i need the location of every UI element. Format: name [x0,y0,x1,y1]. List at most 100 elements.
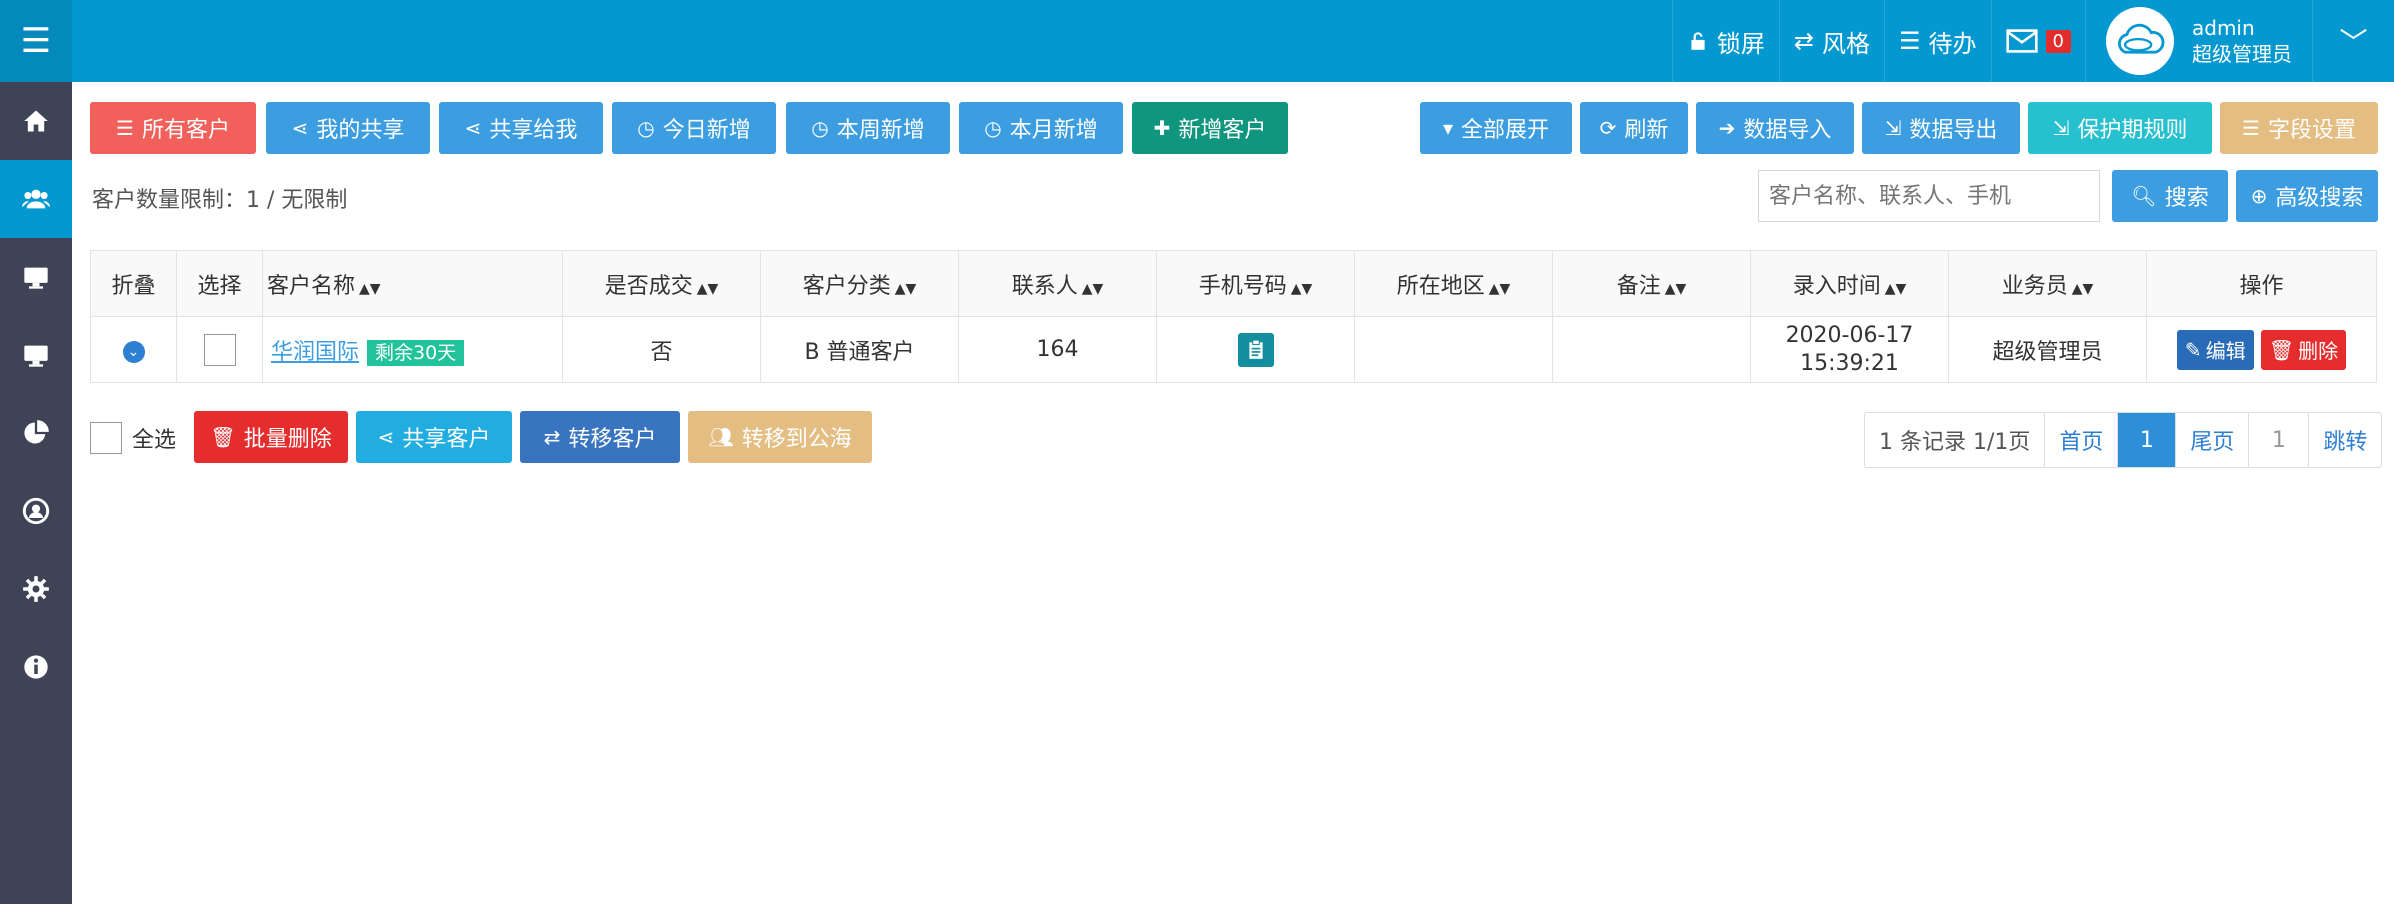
import-button[interactable]: ➔ 数据导入 [1696,102,1854,154]
week-new-button[interactable]: ◷ 本周新增 [786,102,950,154]
lock-icon [1691,32,1705,50]
search-input[interactable] [1758,170,2100,222]
sidebar-item-desktop-1[interactable] [0,238,72,316]
col-category[interactable]: 客户分类 ▲▼ [760,250,959,317]
clock-icon: ◷ [984,116,1002,140]
sign-out-icon: ⇲ [1884,116,1902,140]
list-icon: ☰ [116,116,134,140]
lock-screen-button[interactable]: 锁屏 [1671,0,1779,82]
add-customer-label: 新增客户 [1178,118,1267,143]
refresh-button[interactable]: ⟳ 刷新 [1580,102,1688,154]
fold-cell[interactable]: ⌄ [90,316,177,383]
today-new-button[interactable]: ◷ 今日新增 [612,102,776,154]
search-button[interactable]: 🔍︎ 搜索 [2112,170,2228,222]
col-contact[interactable]: 联系人 ▲▼ [958,250,1157,317]
messages-button[interactable]: 0 [1990,0,2085,82]
note-cell [1552,316,1751,383]
add-customer-button[interactable]: ✚ 新增客户 [1132,102,1288,154]
shared-to-me-label: 共享给我 [489,118,578,143]
shared-to-me-button[interactable]: ⋖ 共享给我 [439,102,603,154]
select-all-checkbox[interactable] [90,422,122,454]
select-cell[interactable] [176,316,263,383]
sidebar-item-customers[interactable] [0,160,72,238]
sort-icon: ▲▼ [894,280,917,297]
last-page-link[interactable]: 尾页 [2175,413,2248,467]
col-salesman[interactable]: 业务员 ▲▼ [1948,250,2147,317]
trash-icon: 🗑︎ [210,425,236,449]
search-icon: 🔍︎ [2131,184,2157,208]
todo-label: 待办 [1928,29,1977,58]
month-new-button[interactable]: ◷ 本月新增 [959,102,1123,154]
sidebar-item-reports[interactable] [0,394,72,472]
select-all-label: 全选 [132,428,177,453]
share-customer-button[interactable]: ⋖ 共享客户 [356,411,512,463]
todo-button[interactable]: ☰ 待办 [1884,0,1991,82]
my-share-button[interactable]: ⋖ 我的共享 [266,102,430,154]
batch-delete-label: 批量删除 [243,427,332,452]
sort-icon: ▲▼ [1884,280,1907,297]
first-page-link[interactable]: 首页 [2044,413,2117,467]
current-page[interactable]: 1 [2117,413,2176,467]
avatar [2106,7,2174,75]
created-cell: 2020-06-17 15:39:21 [1750,316,1949,383]
advanced-search-button[interactable]: ⊕ 高级搜索 [2236,170,2378,222]
col-deal-label: 是否成交 [604,273,693,299]
transfer-customer-label: 转移客户 [568,427,657,452]
edit-icon: ✎ [2184,337,2202,362]
field-settings-label: 字段设置 [2267,118,2356,143]
sidebar-item-settings[interactable] [0,550,72,628]
to-public-pool-button[interactable]: 👥︎ 转移到公海 [688,411,872,463]
col-deal[interactable]: 是否成交 ▲▼ [562,250,761,317]
col-note[interactable]: 备注 ▲▼ [1552,250,1751,317]
edit-button[interactable]: ✎ 编辑 [2176,329,2254,370]
sidebar-item-info[interactable] [0,628,72,706]
sidebar-item-profile[interactable] [0,472,72,550]
col-phone[interactable]: 手机号码 ▲▼ [1156,250,1355,317]
zoom-icon: ⊕ [2250,184,2268,208]
home-icon [24,110,48,132]
col-created[interactable]: 录入时间 ▲▼ [1750,250,1949,317]
info-icon [24,655,48,679]
clipboard-icon[interactable] [1237,332,1274,367]
sign-in-icon: ➔ [1718,116,1736,140]
protect-rule-button[interactable]: ⇲ 保护期规则 [2028,102,2212,154]
jump-page-input[interactable]: 1 [2248,413,2308,467]
list-icon: ☰ [1899,27,1921,55]
col-created-label: 录入时间 [1792,273,1881,299]
chevron-down-circle-icon[interactable]: ⌄ [122,340,145,363]
jump-button[interactable]: 跳转 [2308,413,2381,467]
gear-icon [23,576,49,602]
col-phone-label: 手机号码 [1198,273,1287,299]
col-contact-label: 联系人 [1011,273,1078,299]
category-cell: B 普通客户 [760,316,959,383]
transfer-customer-button[interactable]: ⇄ 转移客户 [520,411,680,463]
col-name[interactable]: 客户名称 ▲▼ [262,250,563,317]
col-region[interactable]: 所在地区 ▲▼ [1354,250,1553,317]
export-button[interactable]: ⇲ 数据导出 [1862,102,2020,154]
row-checkbox[interactable] [203,333,236,366]
envelope-icon [2005,29,2038,53]
swap-icon: ⇄ [543,425,561,449]
style-button[interactable]: ⇄ 风格 [1778,0,1884,82]
customer-name-link[interactable]: 华润国际 [271,340,359,365]
chevron-down-icon[interactable]: ﹀ [2312,0,2394,82]
region-cell [1354,316,1553,383]
col-ops: 操作 [2146,250,2377,317]
batch-delete-button[interactable]: 🗑︎ 批量删除 [194,411,348,463]
contact-cell: 164 [958,316,1157,383]
menu-toggle-icon[interactable]: ☰ [0,0,72,82]
all-customers-button[interactable]: ☰ 所有客户 [90,102,256,154]
user-profile[interactable]: admin 超级管理员 [2085,0,2312,82]
created-date: 2020-06-17 [1785,322,1914,348]
field-settings-button[interactable]: ☰ 字段设置 [2220,102,2378,154]
refresh-label: 刷新 [1624,118,1669,143]
sort-icon: ▲▼ [1664,280,1687,297]
delete-button[interactable]: 🗑︎ 删除 [2260,329,2347,370]
created-time: 15:39:21 [1800,350,1899,376]
share-customer-label: 共享客户 [402,427,491,452]
sort-icon: ▲▼ [696,280,719,297]
sidebar-item-desktop-2[interactable] [0,316,72,394]
expand-all-button[interactable]: ▾ 全部展开 [1420,102,1572,154]
sidebar-item-home[interactable] [0,82,72,160]
select-all-control[interactable]: 全选 [90,422,176,454]
